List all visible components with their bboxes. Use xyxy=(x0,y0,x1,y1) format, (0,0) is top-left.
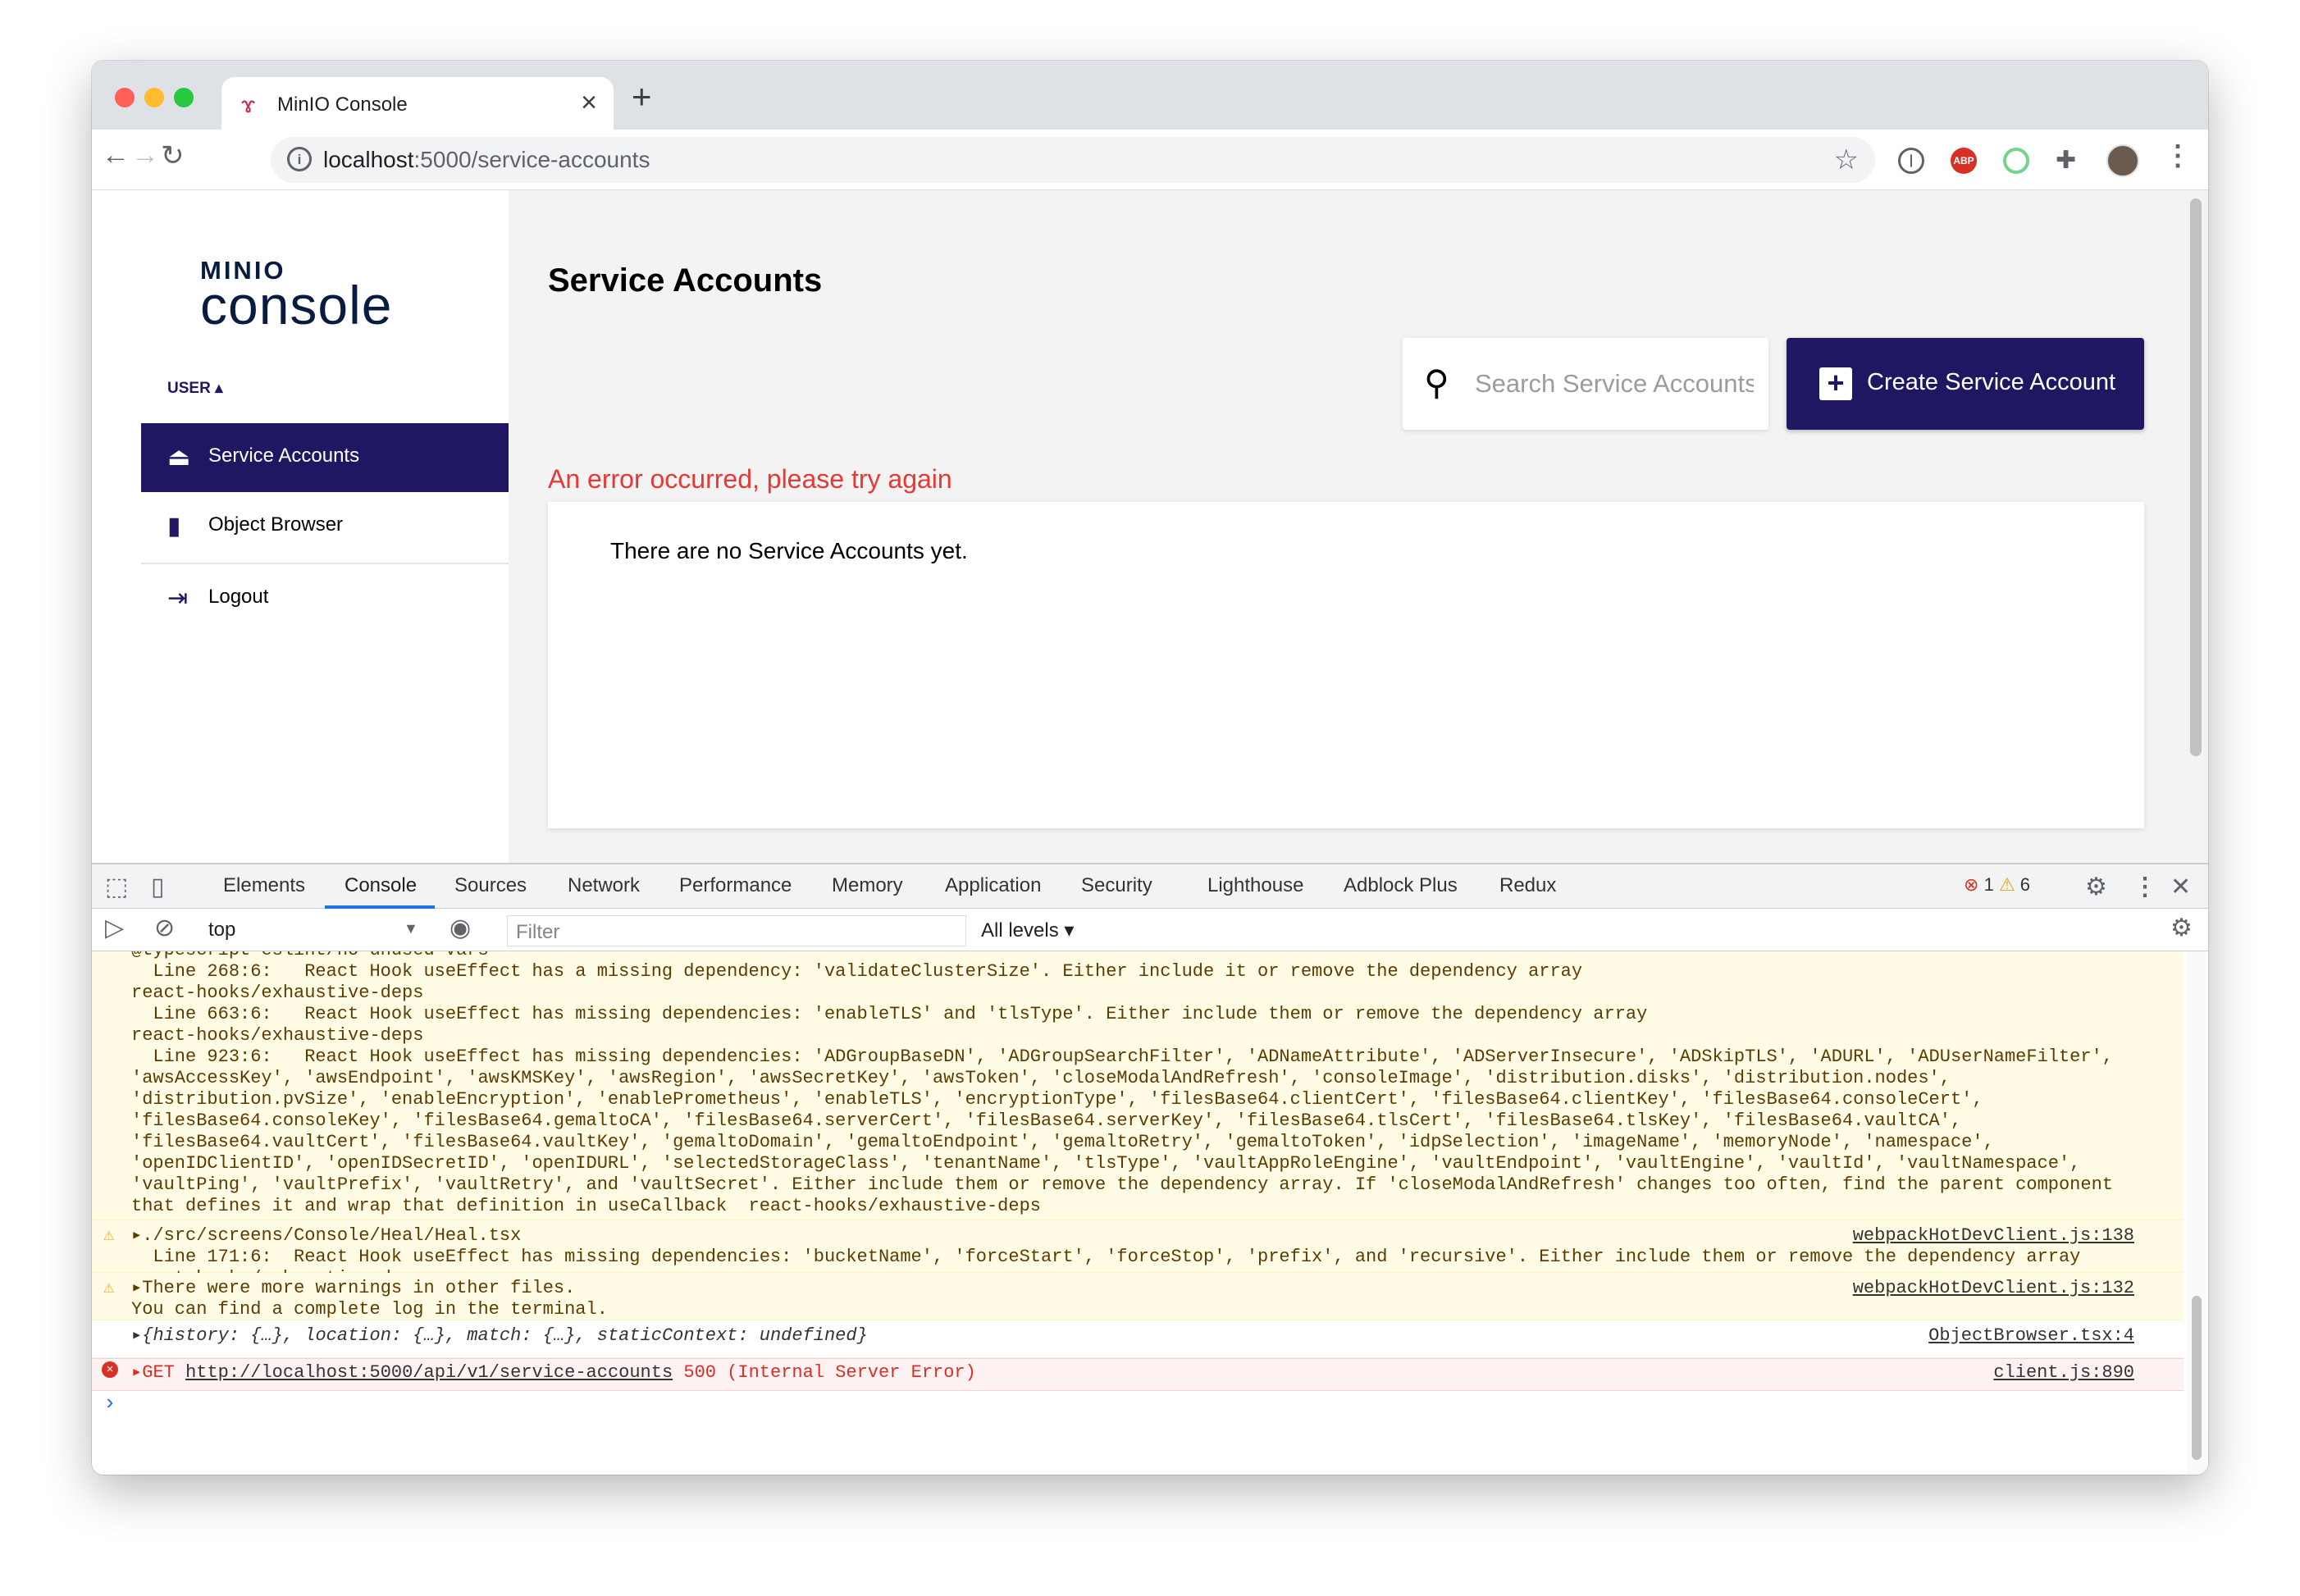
devtools-tab-memory[interactable]: Memory xyxy=(832,874,903,897)
info-icon[interactable]: i xyxy=(287,147,312,171)
browser-window: ɤ MinIO Console × + ← → ↻ i localhost:50… xyxy=(92,61,2208,1475)
bell-icon: ⏏ xyxy=(167,444,191,471)
settings-gear-icon[interactable]: ⚙ xyxy=(2085,873,2107,901)
sidebar-item-logout[interactable]: ⇥ Logout xyxy=(141,564,509,633)
warning-icon: ⚠ xyxy=(103,1225,115,1246)
clear-console-icon[interactable]: ⊘ xyxy=(154,914,175,942)
minio-console-logo: MINIO console xyxy=(200,256,393,335)
console-prompt[interactable]: › xyxy=(103,1393,116,1414)
devtools-tab-network[interactable]: Network xyxy=(568,874,640,897)
devtools-tab-security[interactable]: Security xyxy=(1081,874,1152,897)
source-link[interactable]: client.js:890 xyxy=(1993,1362,2134,1384)
bookmark-star-icon[interactable]: ☆ xyxy=(1834,144,1859,176)
devtools-panel: ⬚ ▯ Elements Console Sources Network Per… xyxy=(92,863,2208,1475)
service-accounts-table: There are no Service Accounts yet. xyxy=(548,502,2144,828)
sidebar: MINIO console USER ▴ ⏏ Service Accounts … xyxy=(92,190,509,863)
search-input[interactable]: ⚲ Search Service Accounts xyxy=(1403,338,1768,430)
forward-arrow-icon[interactable]: → xyxy=(131,139,159,171)
page-viewport: MINIO console USER ▴ ⏏ Service Accounts … xyxy=(92,190,2208,863)
source-link[interactable]: ObjectBrowser.tsx:4 xyxy=(1928,1325,2134,1347)
console-warning-block: @typescript-eslint/no-unused-vars Line 2… xyxy=(92,951,2184,1220)
tab-title: MinIO Console xyxy=(277,93,408,116)
document-icon: ▮ xyxy=(167,513,181,540)
console-filter-input[interactable]: Filter xyxy=(507,915,966,946)
page-title: Service Accounts xyxy=(548,262,823,299)
chevron-down-icon[interactable]: ▼ xyxy=(404,920,418,937)
browser-tab[interactable]: ɤ MinIO Console × xyxy=(221,77,614,130)
issue-counts[interactable]: ⊗ 1 ⚠ 6 xyxy=(1964,874,2030,896)
warning-icon: ⚠ xyxy=(1998,874,2015,895)
console-scrollbar[interactable] xyxy=(2187,951,2206,1475)
sidebar-item-object-browser[interactable]: ▮ Object Browser xyxy=(141,492,509,561)
devtools-menu-icon[interactable]: ⋮ xyxy=(2133,873,2157,901)
close-devtools-icon[interactable]: ✕ xyxy=(2170,873,2191,901)
profile-avatar[interactable] xyxy=(2106,144,2139,177)
reload-icon[interactable]: ↻ xyxy=(161,139,185,172)
page-scrollbar[interactable] xyxy=(2184,190,2208,863)
plus-icon: + xyxy=(1819,367,1852,400)
minio-flamingo-icon: ɤ xyxy=(241,92,256,117)
chrome-menu-icon[interactable]: ⋮ xyxy=(2164,139,2192,172)
empty-state-message: There are no Service Accounts yet. xyxy=(610,538,968,563)
devtools-tab-performance[interactable]: Performance xyxy=(679,874,792,897)
console-output: @typescript-eslint/no-unused-vars Line 2… xyxy=(92,951,2184,1475)
user-section-toggle[interactable]: USER ▴ xyxy=(167,379,223,398)
sidebar-item-service-accounts[interactable]: ⏏ Service Accounts xyxy=(141,423,509,492)
eye-icon[interactable]: ◉ xyxy=(450,914,471,942)
warning-icon: ⚠ xyxy=(103,1278,115,1298)
console-filter-bar: ▷ ⊘ top ▼ ◉ Filter All levels ▾ ⚙ xyxy=(92,909,2208,951)
address-bar[interactable]: i localhost:5000/service-accounts ☆ xyxy=(271,137,1875,183)
context-selector[interactable]: top xyxy=(208,919,235,942)
devtools-tab-application[interactable]: Application xyxy=(945,874,1041,897)
maximize-window-button[interactable] xyxy=(174,88,194,107)
url-text[interactable]: localhost:5000/service-accounts xyxy=(323,147,650,173)
inspect-element-icon[interactable]: ⬚ xyxy=(105,873,128,901)
browser-toolbar: ← → ↻ i localhost:5000/service-accounts … xyxy=(92,130,2208,190)
devtools-tab-lighthouse[interactable]: Lighthouse xyxy=(1207,874,1303,897)
devtools-tab-elements[interactable]: Elements xyxy=(223,874,305,897)
extension-1password-icon[interactable]: | xyxy=(1898,148,1924,174)
source-link[interactable]: webpackHotDevClient.js:132 xyxy=(1853,1278,2134,1299)
back-arrow-icon[interactable]: ← xyxy=(102,139,130,171)
close-tab-icon[interactable]: × xyxy=(581,87,597,119)
device-toolbar-icon[interactable]: ▯ xyxy=(151,873,165,901)
extensions-puzzle-icon[interactable]: ✚ xyxy=(2056,148,2082,174)
console-settings-gear-icon[interactable]: ⚙ xyxy=(2170,914,2193,942)
close-window-button[interactable] xyxy=(115,88,135,107)
console-warning-heal: ⚠ ▸./src/screens/Console/Heal/Heal.tsx L… xyxy=(92,1220,2184,1288)
console-warning-more: ⚠ ▸There were more warnings in other fil… xyxy=(92,1273,2184,1320)
console-error-row[interactable]: × ▸GET http://localhost:5000/api/v1/serv… xyxy=(92,1358,2184,1391)
devtools-tab-console[interactable]: Console xyxy=(345,874,417,897)
search-icon: ⚲ xyxy=(1424,363,1449,402)
adblock-plus-icon[interactable]: ABP xyxy=(1951,148,1977,174)
error-url-link[interactable]: http://localhost:5000/api/v1/service-acc… xyxy=(185,1362,673,1383)
minimize-window-button[interactable] xyxy=(144,88,164,107)
console-log-row[interactable]: ▸{history: {…}, location: {…}, match: {…… xyxy=(92,1325,2184,1358)
devtools-tab-redux[interactable]: Redux xyxy=(1499,874,1556,897)
new-tab-button[interactable]: + xyxy=(632,77,652,116)
tab-strip: ɤ MinIO Console × + xyxy=(92,61,2208,130)
log-levels-dropdown[interactable]: All levels ▾ xyxy=(981,919,1074,942)
extension-circle-icon[interactable] xyxy=(2003,148,2029,174)
source-link[interactable]: webpackHotDevClient.js:138 xyxy=(1853,1225,2134,1247)
devtools-tab-adblock-plus[interactable]: Adblock Plus xyxy=(1344,874,1458,897)
logout-icon: ⇥ xyxy=(167,585,189,612)
create-service-account-button[interactable]: + Create Service Account xyxy=(1787,338,2144,430)
devtools-tabbar: ⬚ ▯ Elements Console Sources Network Per… xyxy=(92,864,2208,909)
devtools-tab-sources[interactable]: Sources xyxy=(454,874,527,897)
error-icon: ⊗ xyxy=(1964,874,1979,895)
error-icon: × xyxy=(102,1361,118,1378)
error-message: An error occurred, please try again xyxy=(548,464,952,494)
sidebar-toggle-icon[interactable]: ▷ xyxy=(105,914,124,942)
